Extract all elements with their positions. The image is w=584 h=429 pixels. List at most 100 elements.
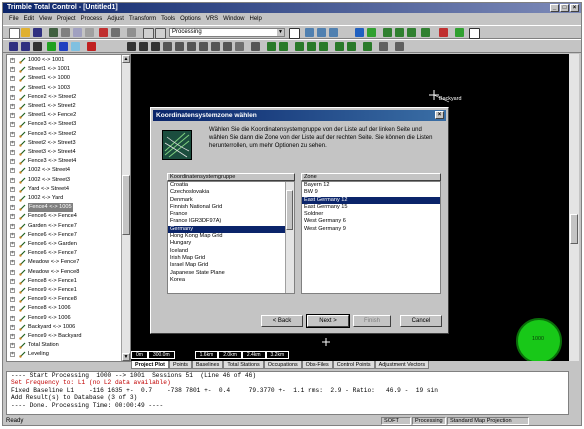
close-button[interactable]: × [570, 4, 579, 12]
group-list-item[interactable]: Hong Kong Map Grid [168, 233, 286, 240]
cut-icon[interactable] [61, 28, 70, 37]
vector-icon[interactable] [407, 28, 416, 37]
group-list-item[interactable]: Finnish National Grid [168, 204, 286, 211]
menu-project[interactable]: Project [57, 16, 76, 22]
process-icon[interactable] [99, 28, 108, 37]
loop-icon[interactable] [421, 28, 430, 37]
station-point-icon[interactable] [322, 338, 330, 346]
expand-icon[interactable]: + [10, 324, 15, 330]
zone-list-item[interactable]: Bayern 12 [302, 182, 440, 189]
expand-icon[interactable]: + [10, 260, 15, 266]
menu-view[interactable]: View [39, 16, 52, 22]
expand-icon[interactable]: + [10, 94, 15, 100]
expand-icon[interactable]: + [10, 168, 15, 174]
save-icon[interactable] [33, 28, 42, 37]
map-layers-icon[interactable] [187, 42, 196, 51]
map-vertical-scrollbar[interactable] [569, 54, 579, 361]
next-button[interactable]: Next > [306, 314, 350, 328]
adjust-icon[interactable] [395, 28, 404, 37]
search-icon[interactable] [155, 28, 166, 39]
tab-control-points[interactable]: Control Points [332, 361, 375, 369]
paste-icon[interactable] [85, 28, 94, 37]
menu-tools[interactable]: Tools [161, 16, 175, 22]
expand-icon[interactable]: + [10, 196, 15, 201]
group-list-item[interactable]: France [168, 211, 286, 218]
map-select-icon[interactable] [199, 42, 208, 51]
expand-icon[interactable]: + [10, 269, 15, 275]
show-control-icon[interactable] [335, 42, 344, 51]
group-list-item[interactable]: Iceland [168, 248, 286, 255]
expand-icon[interactable]: + [10, 242, 15, 247]
dialog-close-icon[interactable]: × [435, 111, 444, 119]
properties-icon[interactable] [379, 42, 388, 51]
expand-icon[interactable]: + [10, 67, 15, 73]
tab-occupations[interactable]: Occupations [263, 361, 302, 369]
menu-adjust[interactable]: Adjust [107, 16, 124, 22]
menu-help[interactable]: Help [250, 16, 262, 22]
show-ellipses-icon[interactable] [295, 42, 304, 51]
antenna-icon[interactable] [127, 28, 136, 37]
filter-icon[interactable] [71, 42, 80, 51]
expand-icon[interactable]: + [10, 122, 15, 128]
info-icon[interactable] [395, 42, 404, 51]
network-icon[interactable] [383, 28, 392, 37]
expand-icon[interactable]: + [10, 205, 15, 211]
expand-icon[interactable]: + [10, 352, 15, 358]
table-view-icon[interactable] [317, 28, 326, 37]
minimize-button[interactable]: _ [550, 4, 559, 12]
menu-vrs[interactable]: VRS [206, 16, 218, 22]
cancel-button[interactable]: Cancel [400, 315, 442, 327]
expand-icon[interactable]: + [10, 150, 15, 155]
list-view-icon[interactable] [329, 28, 338, 37]
group-list-item[interactable]: Czechoslovakia [168, 189, 286, 196]
copy-icon[interactable] [73, 28, 82, 37]
processing-combo[interactable]: Processing ▼ [169, 28, 285, 37]
triangle-icon[interactable] [355, 28, 364, 37]
tab-points[interactable]: Points [168, 361, 192, 369]
zone-list-item[interactable]: Soldner [302, 211, 440, 218]
expand-icon[interactable]: + [10, 104, 15, 109]
menu-process[interactable]: Process [81, 16, 103, 22]
points-icon[interactable] [9, 42, 18, 51]
zone-list-item[interactable]: BW 9 [302, 189, 440, 196]
map-zoom-in-icon[interactable] [139, 42, 148, 51]
map-redraw-icon[interactable] [235, 42, 244, 51]
expand-icon[interactable]: + [10, 140, 15, 146]
expand-icon[interactable]: + [10, 232, 15, 238]
map-pan-icon[interactable] [127, 42, 136, 51]
tab-adjustment-vectors[interactable]: Adjustment Vectors [374, 361, 430, 369]
scroll-up-icon[interactable]: ▲ [122, 55, 130, 63]
tree-scrollbar[interactable]: ▲ ▼ [121, 55, 130, 361]
tab-obs-files[interactable]: Obs-Files [301, 361, 333, 369]
expand-icon[interactable]: + [10, 288, 15, 293]
expand-icon[interactable]: + [10, 315, 15, 321]
expand-icon[interactable]: + [10, 76, 15, 82]
expand-icon[interactable]: + [10, 214, 15, 220]
zone-list-header[interactable]: Zone [301, 173, 441, 181]
project-tree[interactable]: +1000 <-> 1001 + Street1 <-> 1001 + Street1 … [6, 54, 131, 362]
group-listbox[interactable]: Croatia Czechoslovakia Denmark Finnish Nati… [167, 181, 295, 294]
group-list-item[interactable]: Korea [168, 277, 286, 284]
gps-icon[interactable] [47, 42, 56, 51]
expand-icon[interactable]: + [10, 159, 15, 165]
group-list-item[interactable]: Germany [168, 225, 286, 234]
expand-icon[interactable]: + [10, 85, 15, 91]
group-list-item[interactable]: Irish Map Grid [168, 255, 286, 262]
back-button[interactable]: < Back [261, 315, 303, 327]
group-list-thumb[interactable] [286, 190, 293, 230]
expand-icon[interactable]: + [10, 186, 15, 192]
zone-listbox[interactable]: Bayern 12 BW 9 East Germany 12 East Germany… [301, 181, 441, 294]
chevron-down-icon[interactable]: ▼ [277, 29, 284, 36]
menu-options[interactable]: Options [180, 16, 201, 22]
show-vectors-icon[interactable] [279, 42, 288, 51]
expand-icon[interactable]: + [10, 251, 15, 257]
zoom-icon[interactable] [143, 28, 154, 39]
show-loops-icon[interactable] [307, 42, 316, 51]
check-icon[interactable] [455, 28, 464, 37]
map-print-icon[interactable] [251, 42, 260, 51]
baselines-icon[interactable] [21, 42, 30, 51]
group-list-item[interactable]: France IGR3DF97A) [168, 218, 286, 225]
group-list-item[interactable]: Israel Map Grid [168, 262, 286, 269]
tab-total-stations[interactable]: Total Stations [223, 361, 264, 369]
open-folder-icon[interactable] [21, 28, 30, 37]
